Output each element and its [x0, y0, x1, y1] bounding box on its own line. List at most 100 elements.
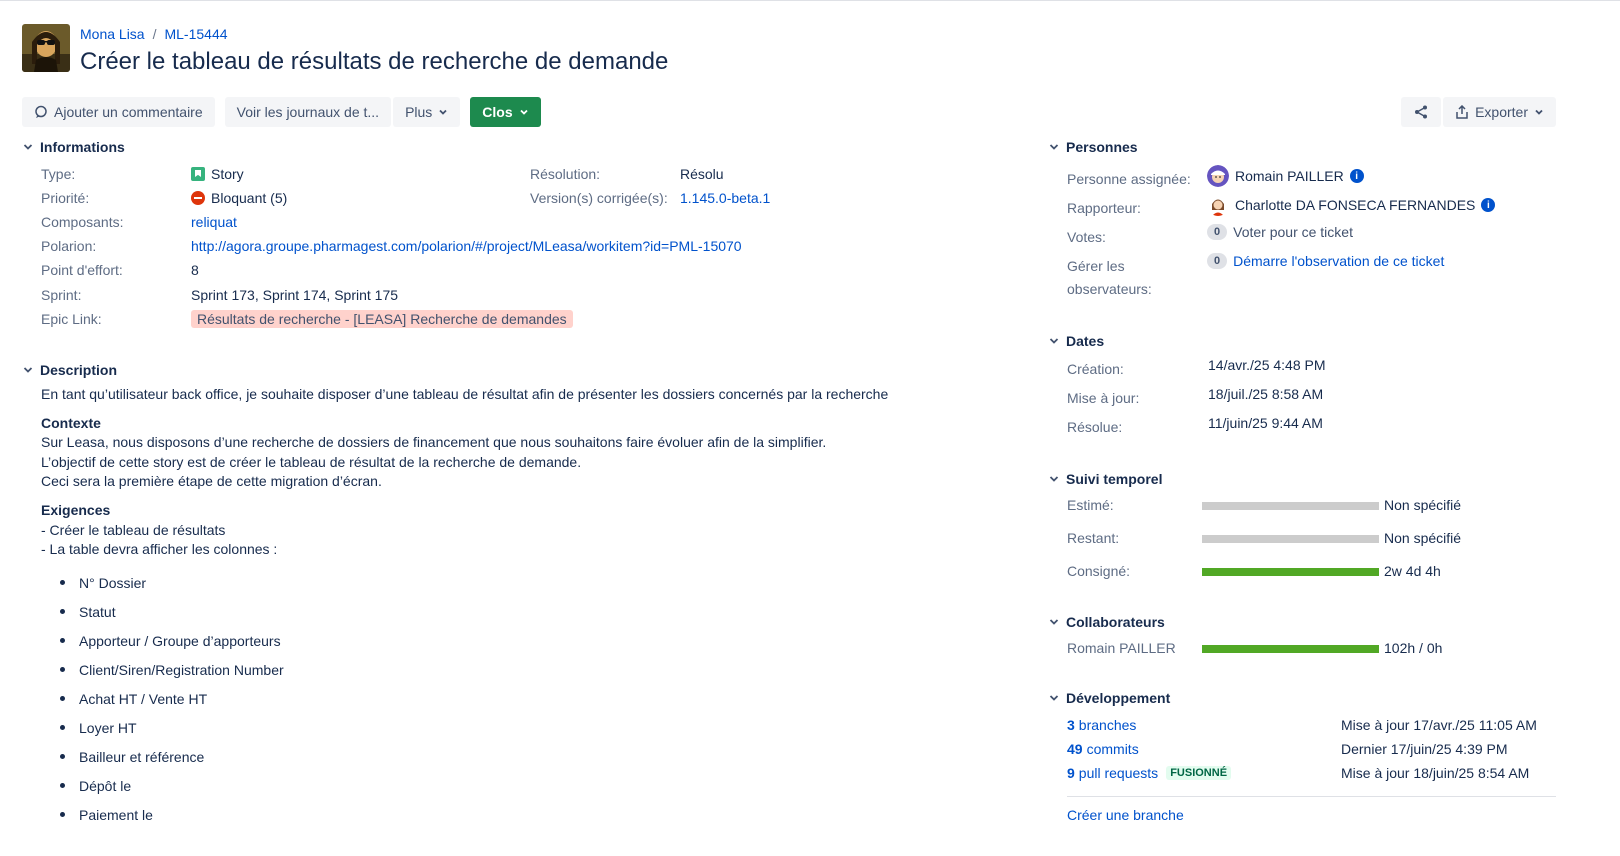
watchers-count-badge: 0	[1207, 253, 1228, 269]
commits-meta: Dernier 17/juin/25 4:39 PM	[1341, 741, 1508, 757]
add-comment-label: Ajouter un commentaire	[54, 104, 203, 120]
breadcrumb-separator: /	[152, 26, 157, 42]
people-section-toggle[interactable]: Personnes	[1048, 139, 1138, 155]
project-avatar[interactable]	[22, 24, 70, 72]
chevron-down-icon	[1049, 338, 1059, 344]
type-label: Type:	[41, 166, 76, 182]
issue-toolbar: Ajouter un commentaire Voir les journaux…	[22, 97, 541, 127]
commits-label: commits	[1086, 741, 1139, 757]
logged-bar-fill	[1202, 568, 1379, 576]
created-label: Création:	[1067, 361, 1124, 377]
logged-bar	[1202, 568, 1379, 576]
list-item: Bailleur et référence	[60, 742, 284, 771]
chevron-down-icon	[439, 109, 447, 115]
watch-issue-link[interactable]: Démarre l'observation de ce ticket	[1233, 253, 1444, 269]
share-icon	[1415, 105, 1428, 119]
reporter-value[interactable]: Charlotte DA FONSECA FERNANDES i	[1207, 194, 1496, 216]
fix-version-link[interactable]: 1.145.0-beta.1	[680, 190, 770, 206]
assignee-label: Personne assignée:	[1067, 171, 1191, 187]
description-intro: En tant qu’utilisateur back office, je s…	[41, 386, 889, 402]
create-branch-link[interactable]: Créer une branche	[1067, 807, 1184, 823]
add-comment-button[interactable]: Ajouter un commentaire	[22, 97, 215, 127]
epic-link-lozenge[interactable]: Résultats de recherche - [LEASA] Recherc…	[191, 310, 573, 328]
resolved-label: Résolue:	[1067, 419, 1123, 435]
export-label: Exporter	[1475, 104, 1528, 120]
chevron-down-icon	[1535, 109, 1543, 115]
details-section-toggle[interactable]: Informations	[22, 139, 125, 155]
pull-requests-meta: Mise à jour 18/juin/25 8:54 AM	[1341, 765, 1530, 781]
remaining-value: Non spécifié	[1384, 530, 1462, 546]
collaborator-bar-fill	[1202, 645, 1379, 653]
breadcrumb-issue-key-link[interactable]: ML-15444	[164, 26, 227, 42]
comment-icon	[35, 105, 47, 118]
components-label: Composants:	[41, 214, 124, 230]
more-button[interactable]: Plus	[393, 97, 461, 127]
resolved-value: 11/juin/25 9:44 AM	[1208, 415, 1323, 431]
list-item: Dépôt le	[60, 771, 284, 800]
chevron-down-icon	[1049, 476, 1059, 482]
logged-label: Consigné:	[1067, 563, 1131, 579]
effort-value: 8	[191, 262, 199, 278]
reporter-label: Rapporteur:	[1067, 200, 1141, 216]
type-value: Story	[191, 166, 244, 182]
context-line: Ceci sera la première étape de cette mig…	[41, 473, 382, 489]
votes-label: Votes:	[1067, 229, 1106, 245]
context-line: L’objectif de cette story est de créer l…	[41, 454, 582, 470]
effort-label: Point d'effort:	[41, 262, 123, 278]
polarion-value: http://agora.groupe.pharmagest.com/polar…	[191, 238, 742, 254]
resolution-value: Résolu	[680, 166, 724, 182]
estimated-label: Estimé:	[1067, 497, 1114, 513]
logged-value: 2w 4d 4h	[1384, 563, 1441, 579]
dates-section-toggle[interactable]: Dates	[1048, 333, 1104, 349]
list-item: Paiement le	[60, 800, 284, 829]
branches-link[interactable]: 3 branches	[1067, 717, 1136, 733]
time-tracking-section-toggle[interactable]: Suivi temporel	[1048, 471, 1162, 487]
collaborator-bar	[1202, 645, 1379, 653]
create-branch-label: Créer une branche	[1067, 807, 1184, 823]
fix-version-value: 1.145.0-beta.1	[680, 190, 770, 206]
description-section-toggle[interactable]: Description	[22, 362, 117, 378]
share-button[interactable]	[1401, 97, 1442, 127]
assignee-value[interactable]: Romain PAILLER i	[1207, 165, 1364, 187]
collaborators-section-toggle[interactable]: Collaborateurs	[1048, 614, 1165, 630]
export-button[interactable]: Exporter	[1443, 97, 1556, 127]
components-value: reliquat	[191, 214, 237, 230]
type-text: Story	[211, 166, 244, 182]
page-title[interactable]: Créer le tableau de résultats de recherc…	[80, 48, 668, 76]
avatar	[1207, 165, 1229, 187]
list-item: Achat HT / Vente HT	[60, 684, 284, 713]
commits-link[interactable]: 49 commits	[1067, 741, 1139, 757]
component-link[interactable]: reliquat	[191, 214, 237, 230]
blocker-priority-icon	[191, 191, 205, 205]
pull-requests-link[interactable]: 9 pull requests FUSIONNÉ	[1067, 765, 1232, 781]
people-heading: Personnes	[1066, 139, 1138, 155]
context-line: Sur Leasa, nous disposons d’une recherch…	[41, 434, 827, 450]
requirement-line: - La table devra afficher les colonnes :	[41, 541, 278, 557]
collaborators-heading: Collaborateurs	[1066, 614, 1165, 630]
status-button[interactable]: Clos	[470, 97, 541, 127]
secondary-actions: Voir les journaux de t... Plus	[224, 97, 461, 127]
breadcrumb-project-link[interactable]: Mona Lisa	[80, 26, 145, 42]
estimated-bar	[1202, 502, 1379, 510]
epic-label: Epic Link:	[41, 311, 102, 327]
updated-value: 18/juil./25 8:58 AM	[1208, 386, 1324, 402]
branches-meta: Mise à jour 17/avr./25 11:05 AM	[1341, 717, 1537, 733]
estimated-value: Non spécifié	[1384, 497, 1462, 513]
branches-count: 3	[1067, 717, 1075, 733]
info-icon[interactable]: i	[1481, 198, 1496, 212]
pull-requests-count: 9	[1067, 765, 1075, 781]
top-border	[0, 0, 1620, 4]
dates-heading: Dates	[1066, 333, 1105, 349]
columns-list: N° Dossier Statut Apporteur / Groupe d’a…	[60, 568, 284, 829]
development-heading: Développement	[1066, 690, 1171, 706]
toolbar-right: Exporter	[1401, 97, 1556, 127]
commits-count: 49	[1067, 741, 1083, 757]
development-section-toggle[interactable]: Développement	[1048, 690, 1170, 706]
vote-action[interactable]: Voter pour ce ticket	[1233, 224, 1353, 240]
sprint-value: Sprint 173, Sprint 174, Sprint 175	[191, 287, 399, 303]
view-logs-button[interactable]: Voir les journaux de t...	[224, 97, 392, 127]
info-icon[interactable]: i	[1349, 169, 1364, 183]
votes-value: 0 Voter pour ce ticket	[1207, 224, 1353, 240]
polarion-link[interactable]: http://agora.groupe.pharmagest.com/polar…	[191, 238, 742, 254]
export-icon	[1456, 105, 1468, 119]
